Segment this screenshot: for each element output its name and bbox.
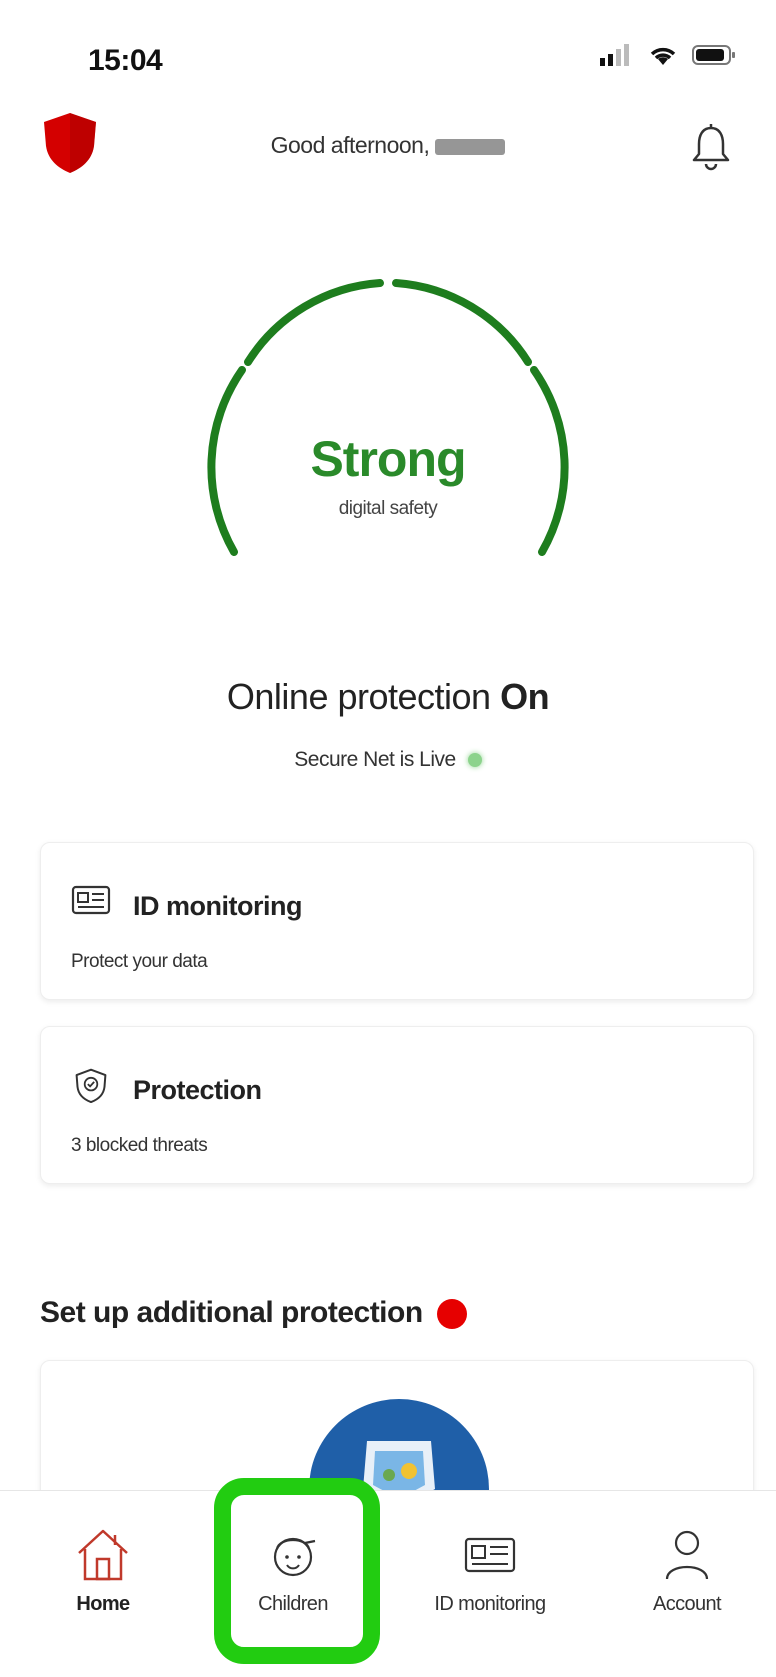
- nav-label: Account: [652, 1593, 722, 1615]
- card-subtitle: 3 blocked threats: [71, 1135, 208, 1156]
- header: Good afternoon,: [0, 110, 776, 180]
- online-protection-status: Online protection On: [0, 676, 776, 718]
- card-title: Protection: [133, 1075, 262, 1105]
- notification-badge: [436, 1299, 467, 1330]
- battery-icon: [692, 45, 735, 65]
- protection-card[interactable]: Protection 3 blocked threats: [40, 1026, 754, 1184]
- secure-net-label: Secure Net is Live: [294, 748, 456, 771]
- nav-label: Home: [76, 1593, 130, 1615]
- shield-check-icon: [75, 1068, 107, 1103]
- additional-protection-heading: Set up additional protection: [40, 1296, 467, 1330]
- safety-gauge: [207, 279, 569, 556]
- person-icon: [665, 1530, 709, 1580]
- wifi-icon: [650, 47, 676, 65]
- nav-id-monitoring[interactable]: ID monitoring: [405, 1507, 575, 1637]
- child-face-icon: [273, 1537, 316, 1577]
- section-title-text: Set up additional protection: [40, 1296, 423, 1329]
- online-protection-label: Online protection: [226, 676, 491, 717]
- user-name-redacted: [435, 138, 506, 155]
- id-monitoring-card[interactable]: ID monitoring Protect your data: [40, 842, 754, 1000]
- home-icon: [78, 1529, 128, 1581]
- id-card-icon: [71, 885, 111, 915]
- signal-icon: [600, 44, 629, 66]
- online-protection-state: On: [500, 676, 550, 717]
- nav-label: Children: [258, 1593, 328, 1615]
- safety-caption: digital safety: [338, 498, 438, 519]
- card-subtitle: Protect your data: [71, 951, 208, 972]
- status-icons: [600, 44, 736, 66]
- safety-status: Strong: [310, 431, 466, 487]
- status-bar: 15:04: [0, 0, 776, 110]
- bottom-navigation: Home Children ID monitoring Account: [0, 1490, 776, 1677]
- card-title: ID monitoring: [133, 891, 302, 921]
- nav-children[interactable]: Children: [208, 1507, 378, 1637]
- id-card-icon: [464, 1537, 516, 1573]
- greeting-text: Good afternoon,: [270, 132, 430, 158]
- secure-net-status: Secure Net is Live: [0, 748, 776, 772]
- status-time: 15:04: [88, 44, 163, 77]
- nav-home[interactable]: Home: [18, 1507, 188, 1637]
- greeting: Good afternoon,: [0, 132, 776, 159]
- bell-icon[interactable]: [688, 122, 734, 172]
- nav-label: ID monitoring: [434, 1593, 546, 1615]
- nav-account[interactable]: Account: [602, 1507, 772, 1637]
- live-indicator-dot: [467, 753, 482, 768]
